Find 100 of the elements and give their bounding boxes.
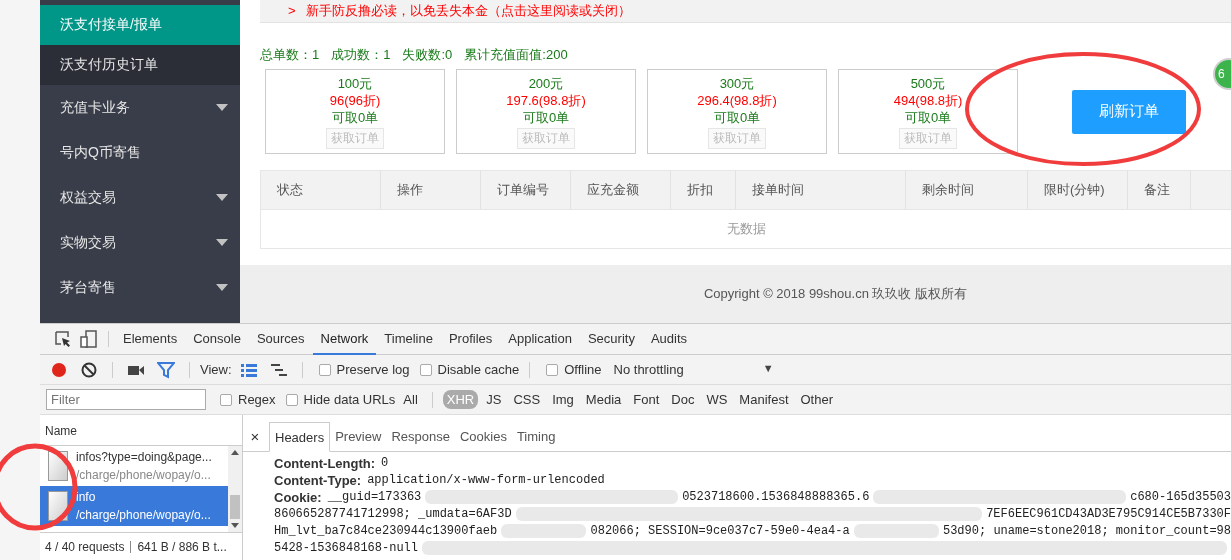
column-header: 接单时间 — [736, 171, 906, 209]
devtools-tab[interactable]: Timeline — [376, 324, 441, 355]
stat-text: 失败数:0 — [402, 46, 453, 64]
sidebar-item[interactable]: 充值卡业务 — [40, 85, 240, 130]
face-value: 500元 — [910, 75, 946, 92]
cookie-text: c680-165d35503 — [1130, 489, 1231, 506]
stat-text: 总单数：1 — [260, 46, 320, 64]
request-path: /charge/phone/wopay/o... — [76, 508, 211, 522]
request-name: info — [76, 490, 97, 504]
inspect-icon — [54, 330, 72, 348]
checkbox[interactable]: Hide data URLs — [285, 392, 396, 407]
throttling-dropdown[interactable]: No throttling ▼ — [613, 362, 774, 377]
type-filter[interactable]: Doc — [667, 390, 699, 409]
type-filter[interactable]: All — [399, 390, 422, 409]
price-text: 296.4(98.8折) — [697, 92, 777, 109]
scrollbar-thumb[interactable] — [230, 495, 240, 519]
stat-text: 累计充值面值:200 — [464, 46, 568, 64]
devtools-tab[interactable]: Console — [185, 324, 249, 355]
column-header: 备注 — [1128, 171, 1191, 209]
notice-bar[interactable]: > 新手防反撸必读，以免丢失本金（点击这里阅读或关闭） — [260, 0, 1231, 23]
cookie-text: 7EF6EEC961CD43AD3E795C914CE5B7330F — [986, 506, 1231, 523]
header-name: Cookie: — [274, 489, 322, 506]
devtools-tab[interactable]: Profiles — [440, 324, 501, 355]
column-header: 状态 — [261, 171, 381, 209]
sidebar-item[interactable]: 沃支付历史订单 — [40, 45, 240, 85]
notice-text[interactable]: 新手防反撸必读，以免丢失本金（点击这里阅读或关闭） — [305, 4, 631, 18]
price-text: 494(98.8折) — [893, 92, 963, 109]
copyright-text: Copyright © 2018 99shou.cn 玖玖收 版权所有 — [703, 285, 968, 303]
header-name: Content-Type: — [274, 472, 362, 489]
available-count: 可取0单 — [713, 109, 761, 126]
chevron-icon: > — [288, 4, 296, 18]
cookie-text: __guid=173363 — [327, 489, 422, 506]
checkbox[interactable]: Preserve log — [318, 362, 410, 377]
scroll-down-icon — [231, 523, 239, 528]
available-count: 可取0单 — [522, 109, 570, 126]
detail-tab[interactable]: Preview — [330, 421, 387, 451]
type-filter[interactable]: Other — [796, 390, 837, 409]
cookie-text: 53d90; uname=stone2018; monitor_count=98 — [942, 523, 1231, 540]
summary-text: 4 / 40 requests — [45, 539, 125, 554]
request-row[interactable]: info /charge/phone/wopay/o... — [40, 486, 228, 526]
type-filter[interactable]: JS — [482, 390, 506, 409]
view-label: View: — [200, 362, 232, 377]
sidebar-item[interactable]: 权益交易 — [40, 175, 240, 220]
price-text: 96(96折) — [329, 92, 381, 109]
request-name: infos?type=doing&page... — [76, 450, 212, 464]
empty-text: 无数据 — [726, 220, 766, 238]
column-header: 操作 — [381, 171, 481, 209]
sidebar-item[interactable]: 号内Q币寄售 — [40, 130, 240, 175]
column-header: Name — [45, 423, 77, 438]
scrollbar[interactable] — [228, 446, 242, 532]
devtools-tab[interactable]: Elements — [115, 324, 186, 355]
stat-text: 成功数：1 — [331, 46, 391, 64]
header-value: application/x-www-form-urlencoded — [367, 472, 605, 489]
type-filter[interactable]: CSS — [509, 390, 545, 409]
type-filter[interactable]: WS — [702, 390, 732, 409]
request-path: /charge/phone/wopay/o... — [76, 468, 212, 482]
detail-tab[interactable]: Response — [386, 421, 455, 451]
column-header: 折扣 — [671, 171, 736, 209]
type-filter[interactable]: Manifest — [735, 390, 793, 409]
detail-tab[interactable]: Cookies — [454, 421, 512, 451]
cookie-text: 860665287741712998; _umdata=6AF3D — [274, 506, 512, 523]
cookie-text: 082066; SESSION=9ce037c7-59e0-4ea4-a — [590, 523, 850, 540]
column-header: 订单编号 — [481, 171, 571, 209]
clear-icon — [80, 360, 98, 379]
sidebar-item[interactable]: 沃支付接单/报单 — [40, 5, 240, 45]
checkbox[interactable]: Disable cache — [419, 362, 520, 377]
devtools-tab[interactable]: Audits — [642, 324, 696, 355]
type-filter[interactable]: Font — [629, 390, 664, 409]
filter-field[interactable]: Filter — [46, 389, 206, 410]
face-value: 100元 — [337, 75, 373, 92]
devtools-tab[interactable]: Application — [500, 324, 580, 355]
column-header: 剩余时间 — [906, 171, 1028, 209]
detail-tab[interactable]: Headers — [269, 422, 331, 452]
column-header: 限时(分钟) — [1028, 171, 1128, 209]
scroll-up-icon — [231, 450, 239, 455]
cookie-text: 5428-1536848168-null — [274, 540, 419, 557]
sidebar-item[interactable]: 实物交易 — [40, 220, 240, 265]
type-filter[interactable]: Media — [581, 390, 626, 409]
devtools-tab[interactable]: Sources — [248, 324, 313, 355]
record-icon — [50, 360, 68, 379]
cookie-text: Hm_lvt_ba7c84ce230944c13900faeb — [274, 523, 498, 540]
close-button[interactable]: × — [247, 421, 263, 451]
cookie-text: 0523718600.1536848888365.6 — [682, 489, 870, 506]
summary-text: 641 B / 886 B t... — [137, 539, 227, 554]
filter-icon — [157, 360, 175, 379]
available-count: 可取0单 — [331, 109, 379, 126]
device-icon — [80, 330, 98, 348]
price-text: 197.6(98.8折) — [506, 92, 586, 109]
face-value: 200元 — [528, 75, 564, 92]
header-value: 0 — [381, 455, 389, 472]
checkbox[interactable]: Regex — [220, 392, 276, 407]
devtools-tab[interactable]: Security — [579, 324, 643, 355]
available-count: 可取0单 — [904, 109, 952, 126]
header-name: Content-Length: — [274, 455, 376, 472]
face-value: 300元 — [719, 75, 755, 92]
sidebar-item[interactable]: 茅台寄售 — [40, 265, 240, 310]
detail-tab[interactable]: Timing — [511, 421, 561, 451]
checkbox[interactable]: Offline — [546, 362, 602, 377]
type-filter[interactable]: Img — [548, 390, 578, 409]
request-row[interactable]: infos?type=doing&page... /charge/phone/wopay/o... — [40, 446, 228, 486]
